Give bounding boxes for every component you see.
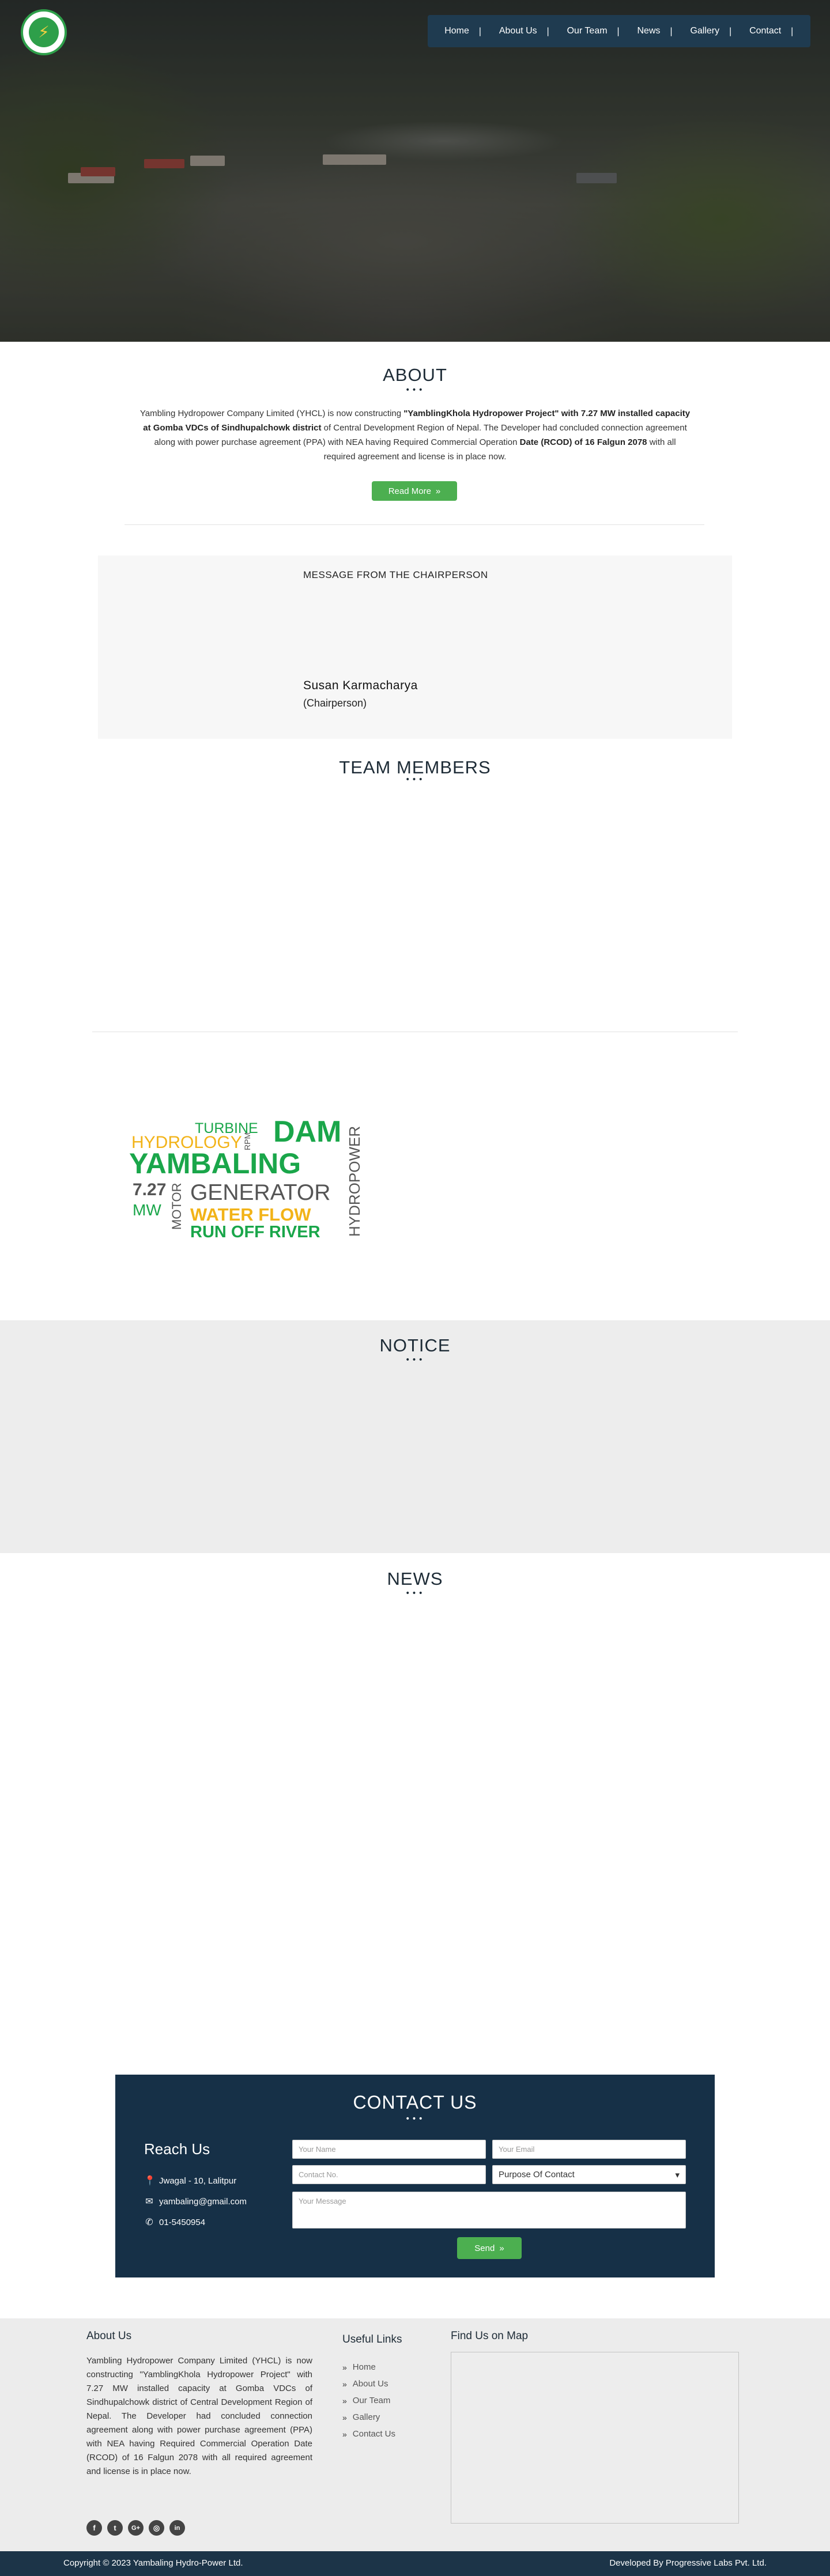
instagram-icon[interactable]: ◎	[149, 2520, 164, 2536]
word-generator: GENERATOR	[190, 1180, 331, 1205]
footer-link-label[interactable]: Home	[353, 2362, 376, 2372]
word-yambaling: YAMBALING	[129, 1147, 301, 1180]
double-chevron-right-icon: »	[342, 2379, 347, 2389]
reach-us-title: Reach Us	[144, 2140, 210, 2158]
footer-about-title: About Us	[86, 2330, 132, 2342]
nav-our-team[interactable]: Our Team	[567, 26, 608, 36]
read-more-label: Read More	[388, 486, 431, 496]
logo-inner: ⚡	[29, 17, 59, 47]
footer-link-our-team[interactable]: » Our Team	[342, 2392, 395, 2409]
about-text-part: Yambling Hydropower Company Limited (YHC…	[139, 409, 404, 418]
nav-gallery[interactable]: Gallery	[690, 26, 719, 36]
main-navigation: Home | About Us | Our Team | News | Gall…	[428, 15, 810, 47]
contact-section: CONTACT US ••• Reach Us 📍 Jwagal - 10, L…	[115, 2075, 715, 2277]
nav-home[interactable]: Home	[444, 26, 469, 36]
about-text-bold: Date (RCOD) of 16 Falgun 2078	[519, 437, 647, 447]
purpose-select[interactable]: Purpose Of Contact ▾	[492, 2165, 686, 2184]
footer: About Us Yambling Hydropower Company Lim…	[0, 2318, 830, 2551]
nav-separator: |	[790, 26, 794, 36]
phone-icon: ✆	[145, 2218, 153, 2227]
footer-links-list: » Home » About Us » Our Team » Gallery » Cont…	[342, 2359, 395, 2442]
about-title-dots: •••	[405, 386, 425, 395]
envelope-icon: ✉	[145, 2197, 153, 2207]
footer-link-label[interactable]: Our Team	[353, 2396, 391, 2405]
contact-number-input[interactable]: Contact No.	[292, 2165, 486, 2184]
footer-link-gallery[interactable]: » Gallery	[342, 2409, 395, 2426]
footer-about-text: Yambling Hydropower Company Limited (YHC…	[86, 2356, 312, 2476]
double-chevron-right-icon: »	[342, 2412, 347, 2422]
developer-credit[interactable]: Developed By Progressive Labs Pvt. Ltd.	[609, 2558, 767, 2568]
chairperson-name: Susan Karmacharya	[303, 679, 418, 692]
copyright-bar: Copyright © 2023 Yambaling Hydro-Power L…	[0, 2551, 830, 2576]
notice-title-dots: •••	[405, 1355, 425, 1365]
word-dam: DAM	[273, 1115, 342, 1149]
chairperson-title: MESSAGE FROM THE CHAIRPERSON	[303, 569, 488, 580]
hero-overlay	[0, 0, 830, 342]
facebook-icon[interactable]: f	[86, 2520, 102, 2536]
footer-link-home[interactable]: » Home	[342, 2359, 395, 2375]
chairperson-message-card: MESSAGE FROM THE CHAIRPERSON Susan Karma…	[98, 556, 732, 739]
double-chevron-right-icon: »	[499, 2243, 504, 2253]
footer-link-label[interactable]: Contact Us	[353, 2429, 395, 2439]
nav-separator: |	[616, 26, 620, 36]
double-chevron-right-icon: »	[435, 486, 441, 496]
double-chevron-right-icon: »	[342, 2429, 347, 2439]
section-divider	[124, 524, 704, 525]
copyright-text: Copyright © 2023 Yambaling Hydro-Power L…	[63, 2558, 243, 2568]
caret-down-icon: ▾	[675, 2170, 680, 2180]
footer-link-label[interactable]: Gallery	[353, 2412, 380, 2422]
news-title: NEWS	[387, 1569, 443, 1589]
footer-link-label[interactable]: About Us	[353, 2379, 388, 2389]
about-text: Yambling Hydropower Company Limited (YHC…	[138, 406, 692, 464]
word-capacity: 7.27	[133, 1180, 167, 1199]
double-chevron-right-icon: »	[342, 2362, 347, 2372]
double-chevron-right-icon: »	[342, 2396, 347, 2405]
word-motor: MOTOR	[169, 1183, 184, 1230]
read-more-button[interactable]: Read More »	[372, 481, 457, 501]
hydropower-word-cloud: TURBINE HYDROLOGY RPM DAM YAMBALING HYDR…	[129, 1115, 363, 1245]
news-title-dots: •••	[405, 1589, 425, 1598]
footer-link-contact-us[interactable]: » Contact Us	[342, 2426, 395, 2442]
send-button[interactable]: Send »	[457, 2237, 522, 2259]
address-item: 📍 Jwagal - 10, Lalitpur	[144, 2175, 236, 2186]
word-water-flow: WATER FLOW	[190, 1204, 311, 1225]
footer-link-about-us[interactable]: » About Us	[342, 2375, 395, 2392]
name-input[interactable]: Your Name	[292, 2140, 486, 2159]
email-text[interactable]: yambaling@gmail.com	[159, 2197, 247, 2207]
company-logo[interactable]: ⚡	[21, 9, 67, 55]
map-embed[interactable]	[451, 2352, 739, 2524]
phone-text[interactable]: 01-5450954	[159, 2218, 205, 2227]
linkedin-icon[interactable]: in	[169, 2520, 185, 2536]
message-textarea[interactable]: Your Message	[292, 2192, 686, 2228]
footer-map-title: Find Us on Map	[451, 2330, 529, 2342]
nav-separator: |	[669, 26, 673, 36]
nav-separator: |	[729, 26, 732, 36]
phone-item[interactable]: ✆ 01-5450954	[144, 2216, 205, 2228]
word-run-off-river: RUN OFF RIVER	[190, 1223, 320, 1241]
about-title: ABOUT	[383, 365, 447, 385]
word-hydropower: HYDROPOWER	[346, 1125, 363, 1237]
notice-title: NOTICE	[379, 1335, 451, 1355]
email-item[interactable]: ✉ yambaling@gmail.com	[144, 2196, 247, 2207]
nav-about-us[interactable]: About Us	[499, 26, 537, 36]
contact-title-dots: •••	[405, 2114, 425, 2124]
contact-title: CONTACT US	[353, 2092, 477, 2113]
hero-banner	[0, 0, 830, 342]
map-pin-icon: 📍	[144, 2176, 156, 2186]
twitter-icon[interactable]: t	[107, 2520, 123, 2536]
google-plus-icon[interactable]: G+	[128, 2520, 144, 2536]
lightning-bolt-icon: ⚡	[38, 22, 50, 41]
send-label: Send	[474, 2243, 495, 2253]
chairperson-role: (Chairperson)	[303, 697, 367, 709]
team-title-dots: •••	[405, 775, 425, 784]
address-text: Jwagal - 10, Lalitpur	[159, 2175, 237, 2186]
nav-separator: |	[546, 26, 550, 36]
email-input[interactable]: Your Email	[492, 2140, 686, 2159]
purpose-select-value: Purpose Of Contact	[499, 2170, 575, 2180]
nav-separator: |	[478, 26, 482, 36]
footer-links-title: Useful Links	[342, 2333, 402, 2345]
word-mw: MW	[133, 1201, 161, 1219]
nav-contact[interactable]: Contact	[749, 26, 781, 36]
nav-news[interactable]: News	[637, 26, 660, 36]
